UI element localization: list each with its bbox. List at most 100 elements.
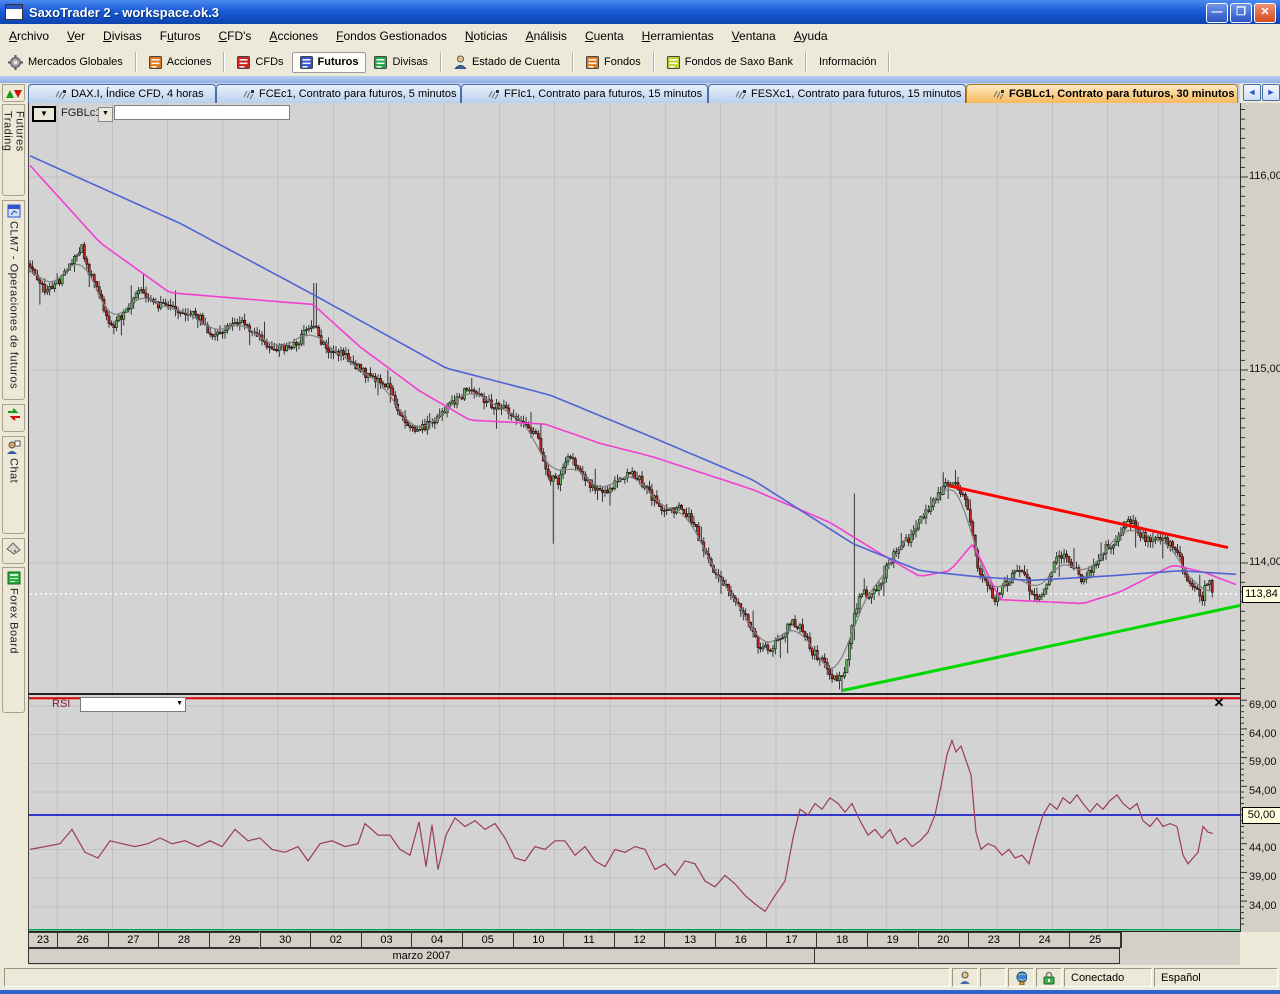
price-axis-label: 116,00 (1249, 170, 1280, 182)
toolbar-separator (440, 52, 442, 72)
menu-item-cuenta[interactable]: Cuenta (576, 26, 633, 46)
date-cell: 05 (462, 932, 513, 948)
menu-item-noticias[interactable]: Noticias (456, 26, 517, 46)
rsi-chart-canvas[interactable] (28, 694, 1240, 932)
toolbar-button-futuros[interactable]: Futuros (292, 52, 367, 73)
status-bar: Conectado Español (0, 965, 1280, 990)
date-cell: 16 (715, 932, 766, 948)
rsi-axis-label: 44,00 (1249, 842, 1277, 854)
toolbar-button-mercados-globales[interactable]: Mercados Globales (0, 51, 131, 74)
date-cell: 13 (664, 932, 715, 948)
sidebar-item-chat[interactable]: Chat (2, 436, 25, 534)
toolbar-button-acciones[interactable]: Acciones (141, 52, 220, 73)
menu-item-futuros[interactable]: Futuros (151, 26, 210, 46)
menu-item-ventana[interactable]: Ventana (723, 26, 785, 46)
status-user-cell (952, 968, 978, 987)
person-icon (454, 55, 467, 69)
price-chart-canvas[interactable] (28, 103, 1240, 694)
menu-item-ver[interactable]: Ver (58, 26, 94, 46)
date-axis: 2326272829300203040510111213161718192023… (28, 932, 1240, 965)
chart-pen-icon (243, 89, 255, 100)
date-cell: 12 (614, 932, 665, 948)
price-axis[interactable]: 116,00115,00114,00113,8469,0064,0059,005… (1240, 103, 1280, 932)
sidebar-item-transfer[interactable] (2, 404, 25, 432)
updown-arrows-button[interactable] (2, 84, 25, 102)
menu-item-herramientas[interactable]: Herramientas (633, 26, 723, 46)
toolbar-button-cfds[interactable]: CFDs (229, 52, 291, 73)
menu-bar: ArchivoVerDivisasFuturosCFD'sAccionesFon… (0, 24, 1280, 48)
toolbar-button-fondos[interactable]: Fondos (578, 52, 649, 73)
symbol-dropdown-button[interactable]: ▼ (98, 107, 113, 122)
sidebar-item-clm7[interactable]: CLM7 - Operaciones de futuros (2, 200, 25, 400)
date-cell: 28 (158, 932, 209, 948)
chart-tab-dax-i[interactable]: DAX.I, Índice CFD, 4 horas (28, 84, 216, 103)
panel-orange-icon (586, 56, 599, 69)
updown-arrows-icon (6, 88, 22, 100)
date-cell: 19 (867, 932, 918, 948)
gear-icon (8, 55, 23, 70)
chat-person-icon (6, 440, 21, 455)
sidebar-item-label: CLM7 - Operaciones de futuros (8, 221, 20, 389)
minimize-button[interactable]: — (1206, 3, 1228, 23)
status-message-panel (4, 968, 950, 987)
language-status: Español (1154, 968, 1278, 987)
window-title: SaxoTrader 2 - workspace.ok.3 (29, 5, 219, 20)
panel-green-icon (374, 56, 387, 69)
forex-board-icon (7, 571, 21, 585)
menu-item-divisas[interactable]: Divisas (94, 26, 151, 46)
sidebar-item-notes[interactable] (2, 538, 25, 564)
close-button[interactable]: ✕ (1254, 3, 1276, 23)
toolbar-button-estado-de-cuenta[interactable]: Estado de Cuenta (446, 51, 568, 73)
menu-item-analisis[interactable]: Análisis (517, 26, 576, 46)
symbol-search-input[interactable] (114, 105, 290, 120)
tab-scroll-left-button[interactable]: ◄ (1243, 84, 1261, 101)
rsi-close-icon[interactable]: ✕ (1211, 696, 1227, 711)
lock-icon (1043, 971, 1055, 985)
panel-orange-icon (149, 56, 162, 69)
toolbar-button-divisas[interactable]: Divisas (366, 52, 435, 73)
symbol-label: FGBLc1 (61, 107, 101, 119)
menu-item-cfd-s[interactable]: CFD's (209, 26, 260, 46)
date-cell: 17 (766, 932, 817, 948)
toolbar-button-informacion[interactable]: Información (811, 52, 884, 72)
chart-tab-fgblc1[interactable]: FGBLc1, Contrato para futuros, 30 minuto… (966, 84, 1238, 103)
chart-tab-fesxc1[interactable]: FESXc1, Contrato para futuros, 15 minuto… (708, 84, 966, 103)
saxotrader-window: SaxoTrader 2 - workspace.ok.3 — ❐ ✕ Arch… (0, 0, 1280, 994)
sidebar-item-forex-board[interactable]: Forex Board (2, 567, 25, 713)
chart-pen-icon (488, 89, 500, 100)
sidebar-item-futures-trading[interactable]: Futures Trading (2, 104, 25, 196)
title-bar[interactable]: SaxoTrader 2 - workspace.ok.3 — ❐ ✕ (0, 0, 1280, 24)
rsi-axis-label: 39,00 (1249, 871, 1277, 883)
menu-item-fondos-gestionados[interactable]: Fondos Gestionados (327, 26, 456, 46)
date-cell: 26 (57, 932, 108, 948)
date-cell: 04 (411, 932, 462, 948)
maximize-button[interactable]: ❐ (1230, 3, 1252, 23)
price-axis-label: 115,00 (1249, 363, 1280, 375)
chart-menu-dropdown-button[interactable]: ▼ (32, 106, 56, 122)
tab-scroll-buttons: ◄ ► (1243, 84, 1280, 101)
menu-item-acciones[interactable]: Acciones (260, 26, 327, 46)
workspace-top-strip (0, 76, 1280, 83)
rsi-study-combobox[interactable]: ▼ (80, 697, 186, 712)
rsi-axis-label: 64,00 (1249, 728, 1277, 740)
chart-tab-ffic1[interactable]: FFIc1, Contrato para futuros, 15 minutos (461, 84, 708, 103)
toolbar-button-fondos-de-saxo-bank[interactable]: Fondos de Saxo Bank (659, 52, 801, 73)
menu-item-archivo[interactable]: Archivo (0, 26, 58, 46)
rsi-mid-level-box: 50,00 (1242, 807, 1280, 824)
date-cell: 23 (968, 932, 1019, 948)
tab-scroll-right-button[interactable]: ► (1262, 84, 1280, 101)
network-globe-icon (1015, 971, 1027, 985)
status-empty-cell (980, 968, 1006, 987)
chart-tab-fcec1[interactable]: FCEc1, Contrato para futuros, 5 minutos (216, 84, 461, 103)
date-cell: 23 (28, 932, 57, 948)
chart-pen-icon (993, 89, 1005, 100)
taskbar-edge (0, 990, 1280, 994)
app-icon (5, 4, 23, 20)
main-toolbar: Mercados Globales Acciones CFDsFuturosDivi… (0, 48, 1280, 77)
date-cell: 03 (361, 932, 412, 948)
sidebar-item-label: Forex Board (8, 588, 20, 654)
transfer-arrows-icon (6, 408, 22, 422)
menu-item-ayuda[interactable]: Ayuda (785, 26, 837, 46)
chart-pen-icon (55, 89, 67, 100)
toolbar-separator (135, 52, 137, 72)
